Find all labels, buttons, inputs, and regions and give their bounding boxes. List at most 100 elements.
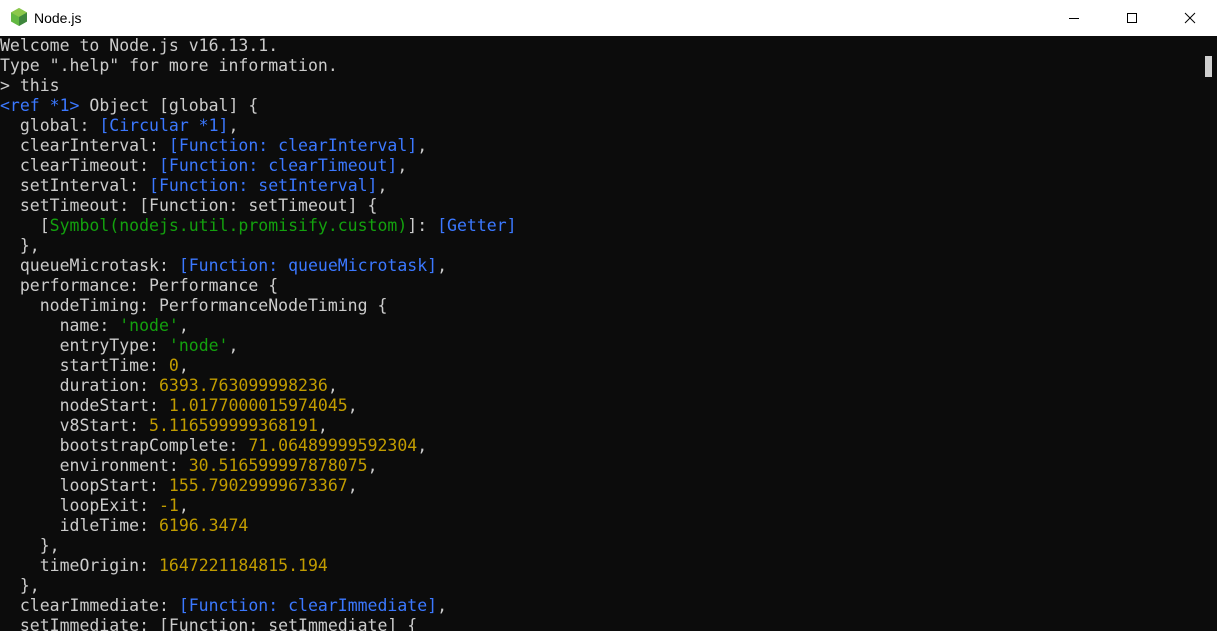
- terminal-text: loopStart:: [0, 476, 169, 495]
- terminal-text: 6196.3474: [158, 516, 249, 535]
- terminal-line: },: [0, 576, 40, 596]
- terminal-text: setTimeout: [Function: setTimeout] {: [0, 196, 378, 215]
- terminal-line: v8Start: 5.116599999368191,: [0, 416, 328, 436]
- terminal-text: [Circular *1]: [99, 116, 229, 135]
- vertical-scrollbar[interactable]: [1200, 36, 1217, 631]
- terminal-line: setImmediate: [Function: setImmediate] {: [0, 616, 417, 631]
- terminal-line: idleTime: 6196.3474: [0, 516, 249, 536]
- terminal-text: ,: [417, 436, 428, 455]
- terminal-text: ,: [377, 176, 388, 195]
- terminal-text: ,: [417, 136, 428, 155]
- terminal-line: clearTimeout: [Function: clearTimeout],: [0, 156, 407, 176]
- terminal-text: [Function: clearTimeout]: [158, 156, 398, 175]
- terminal-text: v8Start:: [0, 416, 150, 435]
- terminal-text: [: [0, 216, 50, 235]
- terminal-line: clearInterval: [Function: clearInterval]…: [0, 136, 427, 156]
- terminal-text: [Function: clearInterval]: [168, 136, 418, 155]
- terminal-line: setInterval: [Function: setInterval],: [0, 176, 388, 196]
- terminal-line: bootstrapComplete: 71.06489999592304,: [0, 436, 428, 456]
- maximize-icon: [1126, 9, 1138, 28]
- terminal-text: [Function: clearImmediate]: [178, 596, 438, 615]
- terminal-line: setTimeout: [Function: setTimeout] {: [0, 196, 378, 216]
- terminal-line: },: [0, 236, 40, 256]
- terminal-text: [Getter]: [437, 216, 517, 235]
- terminal-line: duration: 6393.763099998236,: [0, 376, 338, 396]
- terminal-text: 155.79029999673367: [168, 476, 348, 495]
- terminal-text: 71.06489999592304: [248, 436, 418, 455]
- terminal-line: entryType: 'node',: [0, 336, 239, 356]
- terminal-text: <ref *1>: [0, 96, 80, 115]
- close-icon: [1184, 9, 1196, 28]
- terminal-text: > this: [0, 76, 60, 95]
- terminal-text: [Function: setInterval]: [149, 176, 378, 195]
- terminal-text: performance: Performance {: [0, 276, 279, 295]
- terminal-text: timeOrigin:: [0, 556, 159, 575]
- terminal-text: ,: [228, 116, 239, 135]
- terminal-text: ,: [367, 456, 378, 475]
- terminal-line: > this: [0, 76, 60, 96]
- terminal-text: environment:: [0, 456, 189, 475]
- terminal-text: nodeTiming: PerformanceNodeTiming {: [0, 296, 388, 315]
- terminal-line: loopStart: 155.79029999673367,: [0, 476, 358, 496]
- terminal-text: ,: [397, 156, 408, 175]
- terminal-text: duration:: [0, 376, 159, 395]
- terminal-text: 1.0177000015974045: [168, 396, 348, 415]
- terminal-text: ,: [347, 396, 358, 415]
- terminal-text: Welcome to Node.js v16.13.1.: [0, 36, 279, 55]
- terminal-text: ,: [437, 596, 448, 615]
- terminal-text: clearInterval:: [0, 136, 169, 155]
- terminal-text: },: [0, 236, 40, 255]
- terminal-text: 30.516599997878075: [188, 456, 368, 475]
- terminal-text: startTime:: [0, 356, 169, 375]
- terminal-text: ,: [317, 416, 328, 435]
- terminal-text: loopExit:: [0, 496, 159, 515]
- terminal-line: nodeTiming: PerformanceNodeTiming {: [0, 296, 388, 316]
- terminal-line: performance: Performance {: [0, 276, 278, 296]
- terminal-line: queueMicrotask: [Function: queueMicrotas…: [0, 256, 447, 276]
- terminal-text: ,: [437, 256, 448, 275]
- terminal-text: name:: [0, 316, 120, 335]
- terminal-text: },: [0, 536, 60, 555]
- terminal-text: ,: [347, 476, 358, 495]
- terminal-line: },: [0, 536, 60, 556]
- terminal-text: clearTimeout:: [0, 156, 159, 175]
- terminal-text: entryType:: [0, 336, 169, 355]
- terminal-text: setInterval:: [0, 176, 150, 195]
- terminal-text: bootstrapComplete:: [0, 436, 249, 455]
- terminal-line: [Symbol(nodejs.util.promisify.custom)]: …: [0, 216, 517, 236]
- terminal-line: loopExit: -1,: [0, 496, 189, 516]
- scroll-thumb[interactable]: [1205, 56, 1212, 77]
- terminal-text: ,: [228, 336, 239, 355]
- terminal-line: timeOrigin: 1647221184815.194: [0, 556, 328, 576]
- terminal-text: ,: [178, 496, 189, 515]
- terminal-text: [Function: queueMicrotask]: [178, 256, 438, 275]
- title-bar[interactable]: Node.js: [0, 0, 1217, 36]
- close-button[interactable]: [1161, 0, 1217, 36]
- window-title: Node.js: [34, 10, 82, 26]
- terminal-line: clearImmediate: [Function: clearImmediat…: [0, 596, 447, 616]
- terminal-text: Object [global] {: [79, 96, 259, 115]
- terminal-text: global:: [0, 116, 100, 135]
- terminal-line: name: 'node',: [0, 316, 189, 336]
- terminal-line: Type ".help" for more information.: [0, 56, 338, 76]
- terminal-text: ]:: [407, 216, 438, 235]
- terminal-line: environment: 30.516599997878075,: [0, 456, 378, 476]
- terminal-line: Welcome to Node.js v16.13.1.: [0, 36, 278, 56]
- terminal-text: 'node': [119, 316, 179, 335]
- terminal-text: ,: [178, 356, 189, 375]
- terminal-text: setImmediate: [Function: setImmediate] {: [0, 616, 418, 631]
- terminal-text: 0: [168, 356, 179, 375]
- terminal-line: nodeStart: 1.0177000015974045,: [0, 396, 358, 416]
- terminal-text: nodeStart:: [0, 396, 169, 415]
- maximize-button[interactable]: [1103, 0, 1161, 36]
- terminal-text: 6393.763099998236: [158, 376, 328, 395]
- terminal-text: },: [0, 576, 40, 595]
- terminal-line: global: [Circular *1],: [0, 116, 239, 136]
- terminal-text: 'node': [168, 336, 229, 355]
- minimize-button[interactable]: [1045, 0, 1103, 36]
- terminal-text: 5.116599999368191: [149, 416, 318, 435]
- terminal-text: idleTime:: [0, 516, 159, 535]
- terminal-text: ,: [327, 376, 338, 395]
- terminal-text: 1647221184815.194: [158, 556, 328, 575]
- terminal-output[interactable]: Welcome to Node.js v16.13.1. Type ".help"…: [0, 36, 1200, 631]
